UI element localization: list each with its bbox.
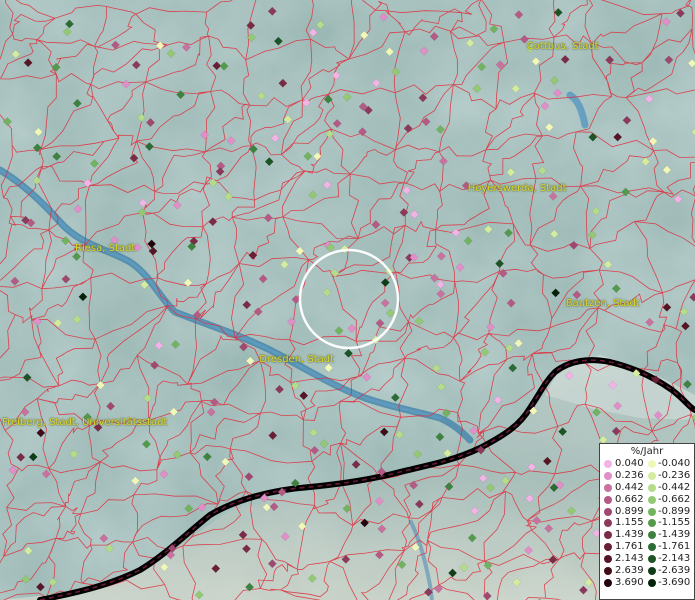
legend-rows: 0.040 -0.040 0.236 -0.236 0.442 -0.442 0.662 -0… <box>600 458 694 589</box>
legend-swatch <box>604 531 612 540</box>
legend-swatch <box>648 531 656 540</box>
legend-value: -0.662 <box>658 493 691 505</box>
legend-swatch <box>648 483 656 492</box>
legend-swatch <box>604 507 612 516</box>
legend-value: -1.439 <box>658 529 691 541</box>
legend-value: 2.143 <box>615 553 644 565</box>
city-label-cottbus: Cottbus, Stadt <box>526 40 599 52</box>
legend-value: -2.143 <box>658 553 691 565</box>
legend-value: -0.442 <box>658 481 691 493</box>
legend-value: 1.761 <box>615 541 644 553</box>
legend-row: 1.155 -1.155 <box>600 517 694 529</box>
legend-swatch <box>604 555 612 564</box>
legend-swatch <box>648 567 656 576</box>
legend-swatch <box>604 543 612 552</box>
legend-value: 0.442 <box>615 481 644 493</box>
legend-value: -0.040 <box>658 458 691 469</box>
legend-value: 1.155 <box>615 517 644 529</box>
legend-swatch <box>604 483 612 492</box>
legend-value: -0.899 <box>658 505 691 517</box>
legend-value: -1.155 <box>658 517 691 529</box>
legend-swatch <box>604 460 612 468</box>
legend-swatch <box>604 578 612 587</box>
legend-swatch <box>648 578 656 587</box>
legend-value: -0.236 <box>658 469 691 481</box>
city-label-hoyerswerda: Hoyerswerda, Stadt <box>467 183 567 194</box>
legend-row: 0.899 -0.899 <box>600 506 694 518</box>
legend-swatch <box>604 471 612 480</box>
legend-swatch <box>648 543 656 552</box>
legend-row: 2.143 -2.143 <box>600 553 694 565</box>
legend-value: -2.639 <box>658 565 691 577</box>
legend: %/Jahr 0.040 -0.040 0.236 -0.236 0.442 -0.442… <box>599 443 695 600</box>
legend-row: 1.761 -1.761 <box>600 541 694 553</box>
legend-value: 0.236 <box>615 469 644 481</box>
legend-value: 1.439 <box>615 529 644 541</box>
legend-value: 0.040 <box>615 458 644 469</box>
legend-swatch <box>648 519 656 528</box>
legend-value: -3.690 <box>658 576 691 588</box>
legend-row: 0.442 -0.442 <box>600 482 694 494</box>
map-view[interactable]: Cottbus, Stadt Hoyerswerda, Stadt Riesa, S… <box>0 0 695 600</box>
legend-swatch <box>604 519 612 528</box>
legend-value: 0.899 <box>615 505 644 517</box>
legend-swatch <box>648 460 656 468</box>
legend-value: 2.639 <box>615 565 644 577</box>
legend-swatch <box>648 471 656 480</box>
legend-swatch <box>604 567 612 576</box>
legend-row: 3.690 -3.690 <box>600 577 694 589</box>
city-label-riesa: Riesa, Stadt <box>75 243 136 254</box>
city-label-dresden: Dresden, Stadt <box>259 354 335 365</box>
legend-swatch <box>648 495 656 504</box>
city-label-freiberg: Freiberg, Stadt, Universitätsstadt <box>2 417 168 428</box>
legend-title: %/Jahr <box>630 446 664 457</box>
legend-row: 0.662 -0.662 <box>600 494 694 506</box>
legend-swatch <box>604 495 612 504</box>
legend-value: -1.761 <box>658 541 691 553</box>
legend-row: 0.040 -0.040 <box>600 458 694 470</box>
city-label-bautzen: Bautzen, Stadt <box>565 298 640 310</box>
legend-row: 0.236 -0.236 <box>600 470 694 482</box>
legend-swatch <box>648 555 656 564</box>
legend-row: 1.439 -1.439 <box>600 529 694 541</box>
legend-value: 3.690 <box>615 576 644 588</box>
legend-swatch <box>648 507 656 516</box>
legend-row: 2.639 -2.639 <box>600 565 694 577</box>
legend-value: 0.662 <box>615 493 644 505</box>
